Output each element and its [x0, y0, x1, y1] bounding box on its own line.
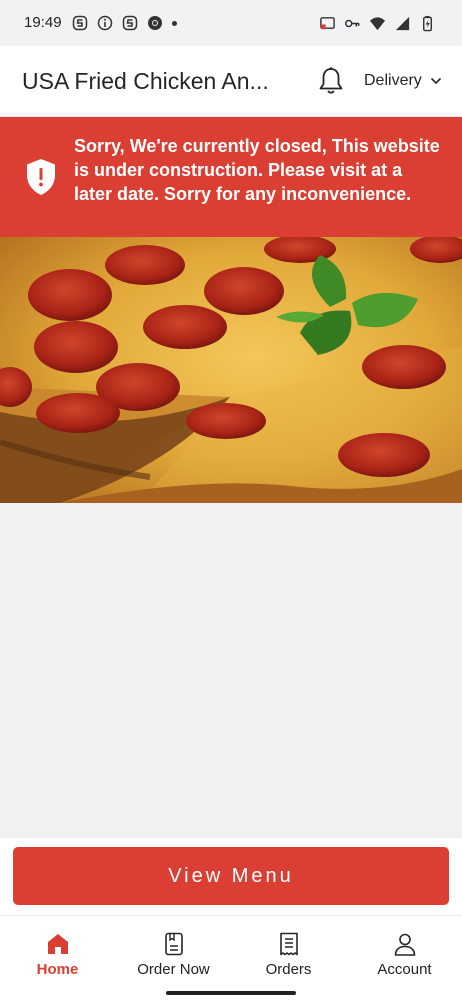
- content-area: [0, 503, 462, 838]
- account-icon: [394, 933, 415, 956]
- nav-label-account: Account: [377, 961, 432, 978]
- status-bar: 19:49: [0, 0, 462, 46]
- closed-notice-banner: Sorry, We're currently closed, This webs…: [0, 117, 462, 237]
- nav-label-home: Home: [36, 961, 79, 978]
- chevron-down-icon: [430, 77, 441, 85]
- hero-image-art: [0, 237, 462, 503]
- wifi-icon: [369, 16, 386, 30]
- key-icon: [344, 19, 360, 27]
- dot-icon: [172, 20, 177, 26]
- s-app-icon: [122, 15, 138, 31]
- nav-label-orders: Orders: [265, 961, 312, 978]
- cta-container: View Menu: [0, 838, 462, 915]
- nav-item-orders[interactable]: Orders: [231, 916, 346, 986]
- status-right-icons: [319, 13, 436, 33]
- view-menu-button[interactable]: View Menu: [13, 847, 449, 905]
- nav-item-account[interactable]: Account: [347, 916, 462, 986]
- receipt-icon: [279, 932, 298, 956]
- delivery-label: Delivery: [364, 72, 422, 89]
- status-time: 19:49: [24, 14, 62, 31]
- nav-item-home[interactable]: Home: [0, 916, 115, 986]
- chrome-icon: [148, 16, 162, 30]
- gesture-bar[interactable]: [166, 991, 296, 995]
- signal-icon: [395, 16, 410, 30]
- nav-label-order-now: Order Now: [137, 961, 210, 978]
- order-icon: [164, 932, 183, 956]
- restaurant-title: USA Fried Chicken An...: [22, 68, 269, 94]
- s-app-icon: [72, 15, 88, 31]
- pepperoni-pizza-image: [0, 237, 462, 503]
- closed-notice-message: Sorry, We're currently closed, This webs…: [74, 136, 440, 204]
- delivery-mode-selector[interactable]: Delivery: [364, 72, 442, 90]
- status-left-icons: [72, 13, 177, 33]
- home-icon: [47, 934, 68, 954]
- app-header: USA Fried Chicken An... Delivery: [0, 46, 462, 117]
- shield-alert-icon: [27, 159, 55, 195]
- info-icon: [97, 15, 113, 31]
- bell-icon[interactable]: [317, 66, 345, 96]
- battery-icon: [423, 15, 432, 31]
- bottom-navigation: Home Order Now Orders Account: [0, 915, 462, 1000]
- nav-item-order-now[interactable]: Order Now: [116, 916, 231, 986]
- cast-icon: [320, 16, 335, 29]
